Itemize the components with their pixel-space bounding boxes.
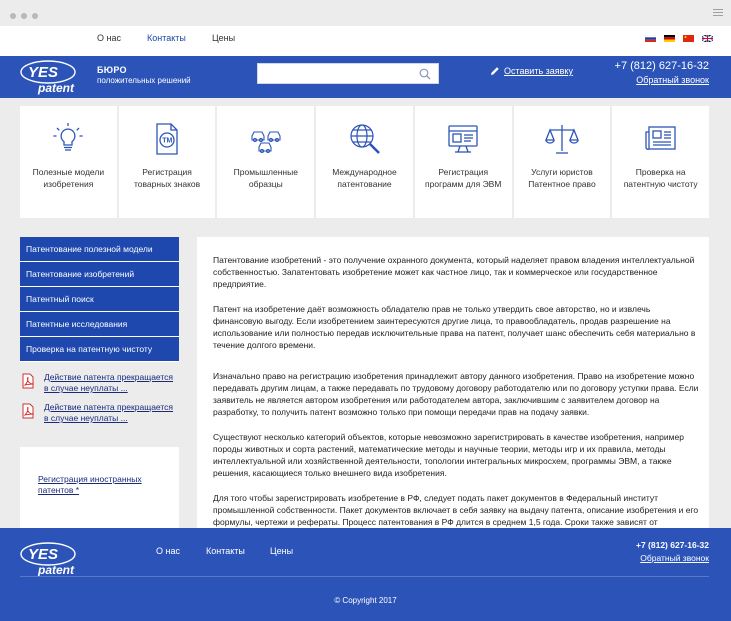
service-tile[interactable]: Полезные модели изобретения xyxy=(20,106,117,218)
service-label: Проверка на патентную чистоту xyxy=(623,167,698,189)
nav-contacts[interactable]: Контакты xyxy=(147,33,186,43)
service-tile[interactable]: Промышленные образцы xyxy=(217,106,315,218)
pdf-icon xyxy=(22,373,34,389)
article-paragraph: Изначально право на регистрацию изобрете… xyxy=(213,371,699,417)
svg-text:YES: YES xyxy=(28,546,58,563)
search-icon[interactable] xyxy=(419,68,431,80)
pencil-icon xyxy=(491,67,499,75)
article-paragraph: Для того чтобы зарегистрировать изобрете… xyxy=(213,493,699,527)
logo-text-bottom: patent xyxy=(37,81,75,95)
logo-text-top: YES xyxy=(28,64,58,81)
flag-cn-icon[interactable] xyxy=(683,35,694,42)
window-dot xyxy=(32,13,38,19)
trademark-document-icon: TM xyxy=(156,123,178,155)
language-flags xyxy=(645,35,713,42)
service-label: Регистрация товарных знаков xyxy=(133,167,201,189)
side-menu-item[interactable]: Патентование полезной модели xyxy=(20,237,179,262)
footer-callback-link[interactable]: Обратный звонок xyxy=(640,553,709,563)
nav-prices[interactable]: Цены xyxy=(212,33,235,43)
service-tile[interactable]: Услуги юристов Патентное право xyxy=(513,106,611,218)
main-article: Патентование изобретений - это получение… xyxy=(197,237,709,537)
pdf-icon xyxy=(22,403,34,419)
nav-about[interactable]: О нас xyxy=(97,33,121,43)
request-label: Оставить заявку xyxy=(504,66,573,76)
bureau-title-block: БЮРО положительных решений xyxy=(97,65,191,85)
side-menu-item[interactable]: Проверка на патентную чистоту xyxy=(20,337,179,362)
lightbulb-icon xyxy=(53,123,83,151)
logo[interactable]: YES patent xyxy=(20,58,86,96)
footer-logo[interactable]: YES patent xyxy=(20,540,86,578)
service-tile[interactable]: Международное патентование xyxy=(316,106,413,218)
service-label: Услуги юристов Патентное право xyxy=(528,167,596,189)
flag-de-icon[interactable] xyxy=(664,35,675,42)
side-menu-item[interactable]: Патентный поиск xyxy=(20,287,179,312)
news-title: Действие патента прекращается xyxy=(44,372,174,382)
bureau-subtitle: положительных решений xyxy=(97,76,191,85)
cars-icon xyxy=(251,131,281,154)
footer-nav-contacts[interactable]: Контакты xyxy=(206,546,245,556)
header-callback-link[interactable]: Обратный звонок xyxy=(636,75,709,85)
request-link[interactable]: Оставить заявку xyxy=(490,66,573,76)
foreign-patents-box: Регистрация иностранных патентов * xyxy=(20,447,179,537)
news-item[interactable]: Действие патента прекращается в случае н… xyxy=(20,372,185,396)
service-tile[interactable]: TM Регистрация товарных знаков xyxy=(118,106,216,218)
window-dots xyxy=(10,13,38,19)
service-tile[interactable]: Регистрация программ для ЭВМ xyxy=(414,106,512,218)
footer: YES patent О нас Контакты Цены +7 (812) … xyxy=(0,528,731,621)
copyright: © Copyright 2017 xyxy=(334,596,397,605)
article-paragraph: Существуют несколько категорий объектов,… xyxy=(213,432,684,478)
foreign-patents-link[interactable]: Регистрация иностранных патентов * xyxy=(38,474,142,496)
news-subtitle: в случае неуплаты ... xyxy=(44,383,128,393)
newspaper-icon xyxy=(645,126,676,150)
service-tile[interactable]: Проверка на патентную чистоту xyxy=(612,106,710,218)
services-row: Полезные модели изобретения TM Регистрац… xyxy=(20,106,710,218)
search-input[interactable] xyxy=(257,63,439,84)
service-label: Регистрация программ для ЭВМ xyxy=(425,167,502,189)
side-menu-item[interactable]: Патентные исследования xyxy=(20,312,179,337)
window-dot xyxy=(21,13,27,19)
article-paragraph: Патентование изобретений - это получение… xyxy=(213,255,695,289)
computer-program-icon xyxy=(448,125,478,153)
footer-nav-about[interactable]: О нас xyxy=(156,546,180,556)
top-nav: О нас Контакты Цены xyxy=(0,26,731,56)
article-paragraph: Патент на изобретение даёт возможность о… xyxy=(213,304,696,350)
footer-phone: +7 (812) 627-16-32 xyxy=(635,540,709,550)
svg-text:TM: TM xyxy=(162,138,172,145)
flag-ru-icon[interactable] xyxy=(645,35,656,42)
window-dot xyxy=(10,13,16,19)
side-menu-item[interactable]: Патентование изобретений xyxy=(20,262,179,287)
news-subtitle: в случае неуплаты ... xyxy=(44,413,128,423)
menu-icon[interactable] xyxy=(713,9,723,18)
browser-chrome xyxy=(0,0,731,26)
news-title: Действие патента прекращается xyxy=(44,402,174,412)
service-label: Международное патентование xyxy=(332,167,397,189)
side-menu: Патентование полезной модели Патентовани… xyxy=(20,237,179,362)
svg-text:patent: patent xyxy=(37,563,75,577)
footer-nav-prices[interactable]: Цены xyxy=(270,546,293,556)
service-label: Полезные модели изобретения xyxy=(32,167,105,189)
footer-divider xyxy=(20,576,709,577)
bureau-title: БЮРО xyxy=(97,65,127,75)
scales-icon xyxy=(544,125,579,154)
news-item[interactable]: Действие патента прекращается в случае н… xyxy=(20,402,185,426)
header-phone: +7 (812) 627-16-32 xyxy=(614,60,709,72)
globe-search-icon xyxy=(349,124,380,154)
flag-gb-icon[interactable] xyxy=(702,35,713,42)
service-label: Промышленные образцы xyxy=(233,167,298,189)
